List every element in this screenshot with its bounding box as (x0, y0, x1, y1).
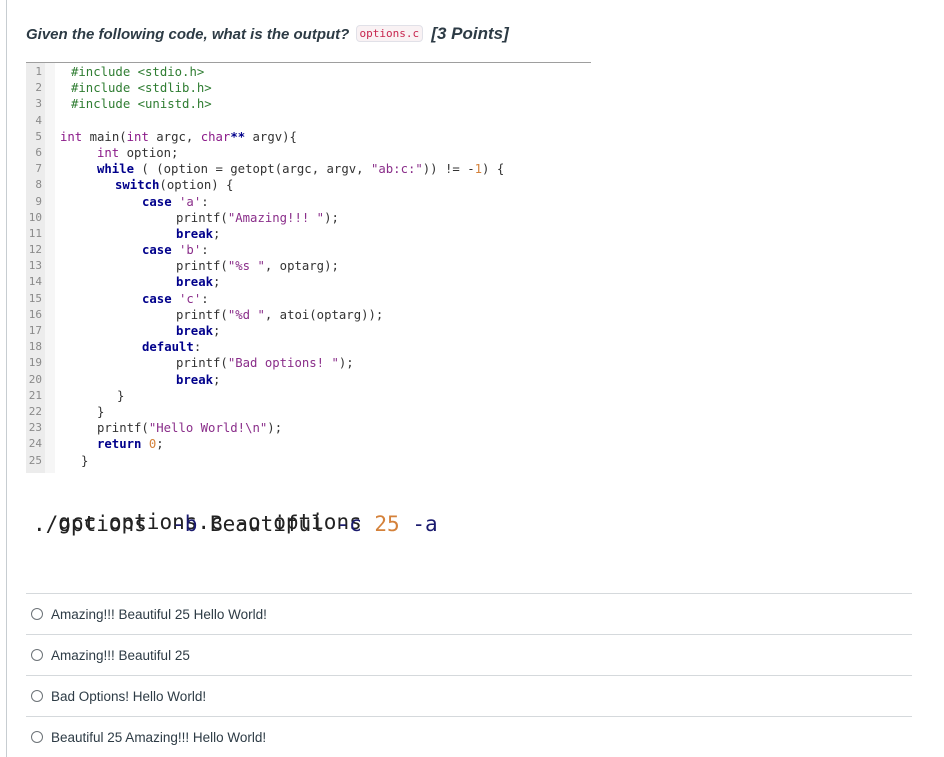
code-line: 2 #include <stdlib.h> (26, 80, 591, 96)
answer-option-label: Amazing!!! Beautiful 25 Hello World! (51, 606, 267, 622)
code-text: break; (176, 275, 221, 290)
code-text: printf("Amazing!!! "); (176, 210, 339, 225)
code-line: 22} (26, 404, 591, 420)
radio-button[interactable] (31, 608, 43, 620)
line-number: 18 (28, 340, 42, 354)
code-line: 21} (26, 388, 591, 404)
code-line: 13 printf("%s ", optarg); (26, 258, 591, 274)
line-number: 2 (35, 81, 42, 95)
code-text: while ( (option = getopt(argc, argv, "ab… (97, 162, 505, 177)
code-line: 10 printf("Amazing!!! "); (26, 210, 591, 226)
line-number: 13 (28, 259, 42, 273)
line-number: 7 (35, 162, 42, 176)
code-line: 12 case 'b': (26, 242, 591, 258)
code-line: 7 while ( (option = getopt(argc, argv, "a… (26, 161, 591, 177)
answer-option-label: Bad Options! Hello World! (51, 688, 207, 704)
code-line: 18 default: (26, 339, 591, 355)
code-text: default: (142, 340, 202, 355)
code-text: printf("Bad options! "); (176, 356, 354, 371)
code-line: 24 return 0; (26, 436, 591, 452)
code-line: 3 #include <unistd.h> (26, 96, 591, 112)
code-line: 14 break; (26, 274, 591, 290)
answer-options: Amazing!!! Beautiful 25 Hello World! Ama… (26, 593, 912, 757)
code-line: 5 int main(int argc, char** argv){ (26, 129, 591, 145)
answer-option-label: Amazing!!! Beautiful 25 (51, 647, 190, 663)
line-number: 23 (28, 421, 42, 435)
code-text: case 'c': (142, 291, 209, 306)
line-number: 17 (28, 324, 42, 337)
answer-option[interactable]: Amazing!!! Beautiful 25 (26, 634, 912, 675)
code-text: break; (176, 226, 221, 241)
code-image: 1 #include <stdio.h> 2 #include <stdlib.h> 3… (26, 62, 591, 475)
line-number: 10 (28, 210, 42, 224)
code-text: case 'b': (142, 243, 209, 258)
code-line: 15 case 'c': (26, 291, 591, 307)
left-border (6, 0, 7, 757)
code-text: break; (176, 324, 221, 338)
code-text: printf("%d ", atoi(optarg)); (176, 307, 384, 322)
code-text: printf("%s ", optarg); (176, 259, 339, 274)
code-line: 23 printf("Hello World!\n"); (26, 420, 591, 436)
code-line: 19 printf("Bad options! "); (26, 355, 591, 371)
code-line: 1 #include <stdio.h> (26, 64, 591, 80)
code-text: #include <stdio.h> (71, 65, 205, 79)
code-text: } (97, 404, 105, 419)
line-number: 14 (28, 275, 42, 289)
run-command: ./options -b Beautiful -c 25 -a (33, 512, 438, 536)
code-line: 9 case 'a': (26, 194, 591, 210)
code-text: #include <unistd.h> (71, 97, 212, 112)
line-number: 24 (28, 437, 42, 451)
question-title: Given the following code, what is the ou… (26, 24, 509, 44)
radio-button[interactable] (31, 649, 43, 661)
code-text: case 'a': (142, 194, 209, 209)
code-text: } (117, 388, 125, 403)
line-number: 16 (28, 307, 42, 321)
line-number: 19 (28, 356, 42, 370)
code-line: 25} (26, 453, 591, 469)
answer-option[interactable]: Beautiful 25 Amazing!!! Hello World! (26, 716, 912, 757)
code-line: 20 break; (26, 372, 591, 388)
line-number: 4 (35, 113, 42, 127)
code-listing: 1 #include <stdio.h> 2 #include <stdlib.h> 3… (26, 64, 591, 469)
code-text: int main(int argc, char** argv){ (60, 129, 297, 144)
radio-button[interactable] (31, 731, 43, 743)
file-name-chip: options.c (355, 25, 424, 42)
question-text: Given the following code, what is the ou… (26, 26, 350, 43)
line-number: 12 (28, 243, 42, 257)
line-number: 15 (28, 291, 42, 305)
line-number: 20 (28, 372, 42, 386)
line-number: 9 (35, 194, 42, 208)
answer-option-label: Beautiful 25 Amazing!!! Hello World! (51, 729, 267, 745)
line-number: 21 (28, 388, 42, 402)
line-number: 11 (28, 226, 42, 240)
code-line: 17 break; (26, 323, 591, 339)
line-number: 25 (28, 453, 42, 467)
answer-option[interactable]: Amazing!!! Beautiful 25 Hello World! (26, 593, 912, 634)
code-text: return 0; (97, 437, 164, 452)
code-line: 6 int option; (26, 145, 591, 161)
code-text: #include <stdlib.h> (71, 81, 212, 96)
points-label: [3 Points] (431, 24, 509, 43)
code-text: } (81, 453, 89, 468)
code-text: switch(option) { (115, 178, 234, 193)
code-line: 8 switch(option) { (26, 177, 591, 193)
code-line: 11 break; (26, 226, 591, 242)
line-number: 3 (35, 97, 42, 111)
line-number: 6 (35, 145, 42, 159)
radio-button[interactable] (31, 690, 43, 702)
line-number: 5 (35, 129, 42, 143)
code-text: break; (176, 372, 221, 387)
code-line: 16 printf("%d ", atoi(optarg)); (26, 307, 591, 323)
line-number: 8 (35, 178, 42, 192)
line-number: 1 (35, 65, 42, 78)
line-number: 22 (28, 404, 42, 418)
code-text: int option; (97, 145, 179, 160)
code-line: 4 (26, 113, 591, 129)
code-text: printf("Hello World!\n"); (97, 421, 283, 436)
answer-option[interactable]: Bad Options! Hello World! (26, 675, 912, 716)
